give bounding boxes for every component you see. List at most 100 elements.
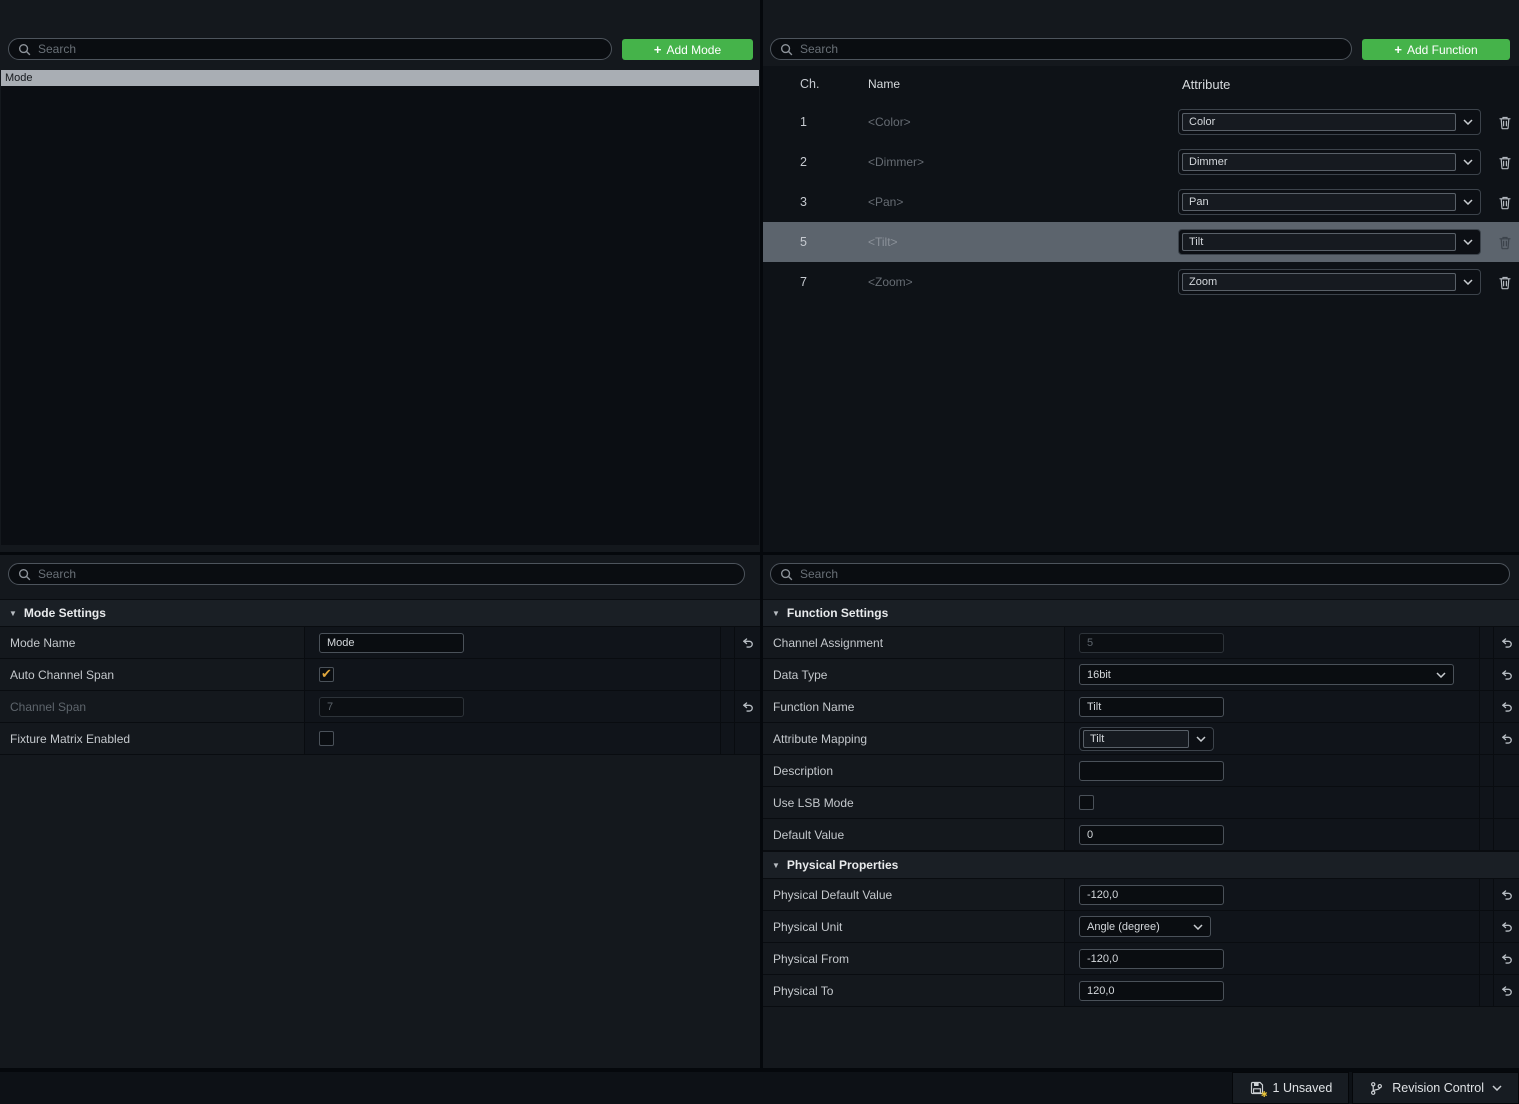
delete-function-button[interactable] [1495,275,1515,290]
function-row[interactable]: 2 <Dimmer> Dimmer [763,142,1519,182]
attribute-dropdown[interactable]: Dimmer [1178,149,1481,175]
fixture-matrix-checkbox[interactable] [319,731,334,746]
column-header-channel: Ch. [800,77,868,91]
attribute-dropdown[interactable]: Zoom [1178,269,1481,295]
unsaved-label: 1 Unsaved [1273,1081,1333,1095]
channel-number: 1 [800,115,868,129]
attribute-mapping-value[interactable]: Tilt [1083,730,1189,748]
spacer [1479,943,1493,974]
mode-settings-section-header[interactable]: ▼ Mode Settings [0,599,760,627]
unsaved-status-button[interactable]: ✱ 1 Unsaved [1232,1072,1350,1104]
spacer [1479,755,1493,786]
attribute-value[interactable]: Tilt [1182,233,1456,251]
reset-to-default-button[interactable] [1493,975,1519,1006]
mode-settings-search-input[interactable] [38,567,735,581]
attribute-value[interactable]: Zoom [1182,273,1456,291]
spacer [720,659,734,690]
physical-default-value-input[interactable] [1079,885,1224,905]
mode-list[interactable]: Mode [1,70,759,545]
chevron-down-icon [1456,199,1480,205]
chevron-down-icon [1189,736,1213,742]
channel-number: 3 [800,195,868,209]
function-settings-search[interactable] [770,563,1510,585]
auto-channel-span-checkbox[interactable] [319,667,334,682]
function-settings-panel: ▼ Function Settings Channel Assignment D… [763,555,1519,1068]
delete-function-button[interactable] [1495,195,1515,210]
undo-icon [1500,700,1513,713]
spacer [720,723,734,754]
save-icon: ✱ [1249,1080,1265,1096]
property-row-fixture-matrix: Fixture Matrix Enabled [0,723,760,755]
reset-to-default-button[interactable] [1493,627,1519,658]
function-row[interactable]: 5 <Tilt> Tilt [763,222,1519,262]
reset-column [1493,787,1519,818]
use-lsb-mode-checkbox[interactable] [1079,795,1094,810]
search-icon [18,568,31,581]
property-label: Use LSB Mode [763,787,1065,818]
attribute-dropdown[interactable]: Tilt [1178,229,1481,255]
delete-function-button[interactable] [1495,235,1515,250]
reset-to-default-button[interactable] [1493,879,1519,910]
reset-to-default-button[interactable] [734,691,760,722]
modes-search-input[interactable] [38,42,602,56]
reset-to-default-button[interactable] [1493,943,1519,974]
modes-search[interactable] [8,38,612,60]
property-label: Auto Channel Span [0,659,305,690]
property-row-physical-from: Physical From [763,943,1519,975]
property-row-mode-name: Mode Name [0,627,760,659]
spacer [1479,975,1493,1006]
function-settings-section-header[interactable]: ▼ Function Settings [763,599,1519,627]
attribute-value[interactable]: Dimmer [1182,153,1456,171]
attribute-dropdown[interactable]: Color [1178,109,1481,135]
attribute-value[interactable]: Color [1182,113,1456,131]
add-mode-label: Add Mode [666,43,721,57]
trash-icon [1498,155,1512,170]
property-label: Description [763,755,1065,786]
functions-search[interactable] [770,38,1352,60]
function-settings-search-input[interactable] [800,567,1500,581]
data-type-dropdown[interactable]: 16bit [1079,664,1454,685]
default-value-input[interactable] [1079,825,1224,845]
property-row-physical-unit: Physical Unit Angle (degree) [763,911,1519,943]
reset-to-default-button[interactable] [1493,659,1519,690]
reset-to-default-button[interactable] [1493,911,1519,942]
delete-function-button[interactable] [1495,115,1515,130]
physical-unit-dropdown[interactable]: Angle (degree) [1079,916,1211,937]
physical-to-input[interactable] [1079,981,1224,1001]
function-name-input[interactable] [1079,697,1224,717]
add-mode-button[interactable]: + Add Mode [622,39,753,60]
reset-to-default-button[interactable] [1493,691,1519,722]
mode-name-input[interactable] [319,633,464,653]
chevron-down-icon [1456,239,1480,245]
function-row[interactable]: 3 <Pan> Pan [763,182,1519,222]
revision-control-button[interactable]: Revision Control [1352,1072,1519,1104]
collapse-triangle-icon: ▼ [9,609,17,618]
functions-search-input[interactable] [800,42,1342,56]
property-row-channel-span: Channel Span [0,691,760,723]
reset-column [1493,755,1519,786]
property-row-channel-assignment: Channel Assignment [763,627,1519,659]
trash-icon [1498,235,1512,250]
spacer [1479,627,1493,658]
physical-from-input[interactable] [1079,949,1224,969]
reset-to-default-button[interactable] [734,627,760,658]
physical-properties-section-header[interactable]: ▼ Physical Properties [763,851,1519,879]
spacer [1479,787,1493,818]
attribute-mapping-dropdown[interactable]: Tilt [1079,727,1214,751]
mode-settings-search[interactable] [8,563,745,585]
attribute-dropdown[interactable]: Pan [1178,189,1481,215]
property-row-use-lsb-mode: Use LSB Mode [763,787,1519,819]
function-row[interactable]: 1 <Color> Color [763,102,1519,142]
delete-function-button[interactable] [1495,155,1515,170]
spacer [1479,911,1493,942]
property-label: Physical Default Value [763,879,1065,910]
add-function-button[interactable]: + Add Function [1362,39,1510,60]
attribute-value[interactable]: Pan [1182,193,1456,211]
plus-icon: + [1394,43,1402,56]
function-row[interactable]: 7 <Zoom> Zoom [763,262,1519,302]
property-row-function-name: Function Name [763,691,1519,723]
section-title: Physical Properties [787,858,898,872]
reset-to-default-button[interactable] [1493,723,1519,754]
mode-list-item[interactable]: Mode [1,70,759,86]
description-input[interactable] [1079,761,1224,781]
